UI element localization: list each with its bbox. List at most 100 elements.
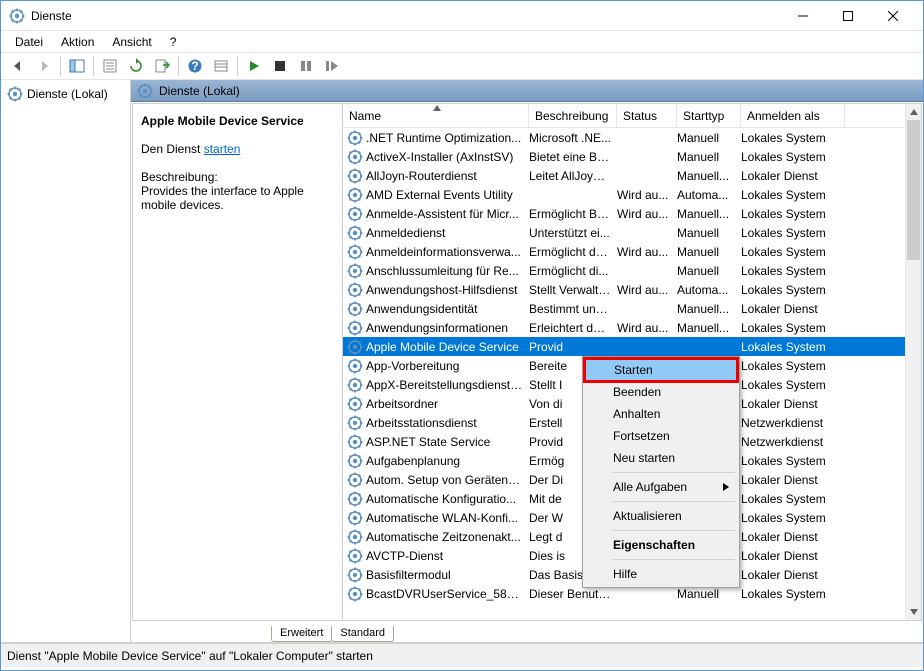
service-row[interactable]: AMD External Events Utility Wird au...Aut… bbox=[343, 185, 905, 204]
cell-logon: Lokales System bbox=[741, 340, 845, 354]
cell-name: Automatische Konfiguratio... bbox=[366, 492, 529, 506]
gear-icon bbox=[347, 415, 363, 431]
cell-logon: Lokales System bbox=[741, 226, 845, 240]
detail-action-prefix: Den Dienst bbox=[141, 142, 204, 156]
cell-start: Manuell bbox=[677, 131, 741, 145]
gear-icon bbox=[347, 396, 363, 412]
service-row[interactable]: Apple Mobile Device ServiceProvidLokales… bbox=[343, 337, 905, 356]
cell-start: Automa... bbox=[677, 188, 741, 202]
gear-icon bbox=[347, 206, 363, 222]
cell-start: Manuell... bbox=[677, 169, 741, 183]
col-start[interactable]: Starttyp bbox=[677, 104, 741, 127]
start-link[interactable]: starten bbox=[204, 142, 241, 156]
cell-start: Manuell bbox=[677, 264, 741, 278]
cell-name: Automatische WLAN-Konfi... bbox=[366, 511, 529, 525]
cell-start: Manuell bbox=[677, 150, 741, 164]
help-button[interactable]: ? bbox=[183, 54, 207, 78]
service-row[interactable]: AnwendungsinformationenErleichtert das..… bbox=[343, 318, 905, 337]
cell-desc: Microsoft .NE... bbox=[529, 131, 617, 145]
ctx-all-tasks[interactable]: Alle Aufgaben bbox=[585, 476, 737, 498]
tree-root-label: Dienste (Lokal) bbox=[27, 87, 108, 101]
ctx-refresh[interactable]: Aktualisieren bbox=[585, 505, 737, 527]
detail-pane: Apple Mobile Device Service Den Dienst s… bbox=[133, 104, 343, 620]
col-status[interactable]: Status bbox=[617, 104, 677, 127]
cell-name: Arbeitsordner bbox=[366, 397, 529, 411]
cell-status: Wird au... bbox=[617, 188, 677, 202]
cell-name: AllJoyn-Routerdienst bbox=[366, 169, 529, 183]
cell-name: Automatische Zeitzonenakt... bbox=[366, 530, 529, 544]
cell-logon: Lokaler Dienst bbox=[741, 302, 845, 316]
menu-action[interactable]: Aktion bbox=[53, 33, 102, 51]
svg-text:?: ? bbox=[191, 59, 198, 73]
gear-icon bbox=[347, 149, 363, 165]
cell-status: Wird au... bbox=[617, 245, 677, 259]
service-row[interactable]: Anmelde-Assistent für Micr...Ermöglicht … bbox=[343, 204, 905, 223]
detail-desc-label: Beschreibung: bbox=[141, 170, 334, 184]
export-button[interactable] bbox=[150, 54, 174, 78]
service-row[interactable]: AnmeldedienstUnterstützt ei...ManuellLok… bbox=[343, 223, 905, 242]
main-area: Dienste (Lokal) Dienste (Lokal) Apple Mo… bbox=[1, 80, 923, 643]
stop-service-button[interactable] bbox=[268, 54, 292, 78]
scroll-up-button[interactable] bbox=[906, 104, 921, 120]
status-bar: Dienst "Apple Mobile Device Service" auf… bbox=[1, 643, 923, 667]
cell-desc: Dieser Benutz... bbox=[529, 587, 617, 601]
col-desc[interactable]: Beschreibung bbox=[529, 104, 617, 127]
ctx-properties[interactable]: Eigenschaften bbox=[585, 534, 737, 556]
service-row[interactable]: .NET Runtime Optimization...Microsoft .N… bbox=[343, 128, 905, 147]
menu-file[interactable]: Datei bbox=[7, 33, 51, 51]
cell-name: ASP.NET State Service bbox=[366, 435, 529, 449]
properties-button[interactable] bbox=[98, 54, 122, 78]
service-row[interactable]: Anwendungshost-HilfsdienstStellt Verwalt… bbox=[343, 280, 905, 299]
window-title: Dienste bbox=[31, 9, 780, 23]
service-row[interactable]: AnwendungsidentitätBestimmt und...Manuel… bbox=[343, 299, 905, 318]
refresh-button[interactable] bbox=[124, 54, 148, 78]
cell-name: AMD External Events Utility bbox=[366, 188, 529, 202]
service-row[interactable]: Anmeldeinformationsverwa...Ermöglicht da… bbox=[343, 242, 905, 261]
cell-name: Anmelde-Assistent für Micr... bbox=[366, 207, 529, 221]
cell-status: Wird au... bbox=[617, 321, 677, 335]
cell-logon: Lokales System bbox=[741, 492, 845, 506]
tree-root-node[interactable]: Dienste (Lokal) bbox=[5, 84, 126, 104]
gear-icon bbox=[347, 453, 363, 469]
tree-pane: Dienste (Lokal) bbox=[1, 80, 131, 642]
scroll-thumb[interactable] bbox=[907, 120, 920, 260]
gear-icon bbox=[347, 358, 363, 374]
gear-icon bbox=[347, 377, 363, 393]
menu-help[interactable]: ? bbox=[162, 33, 185, 51]
maximize-button[interactable] bbox=[825, 1, 870, 30]
column-headers: Name Beschreibung Status Starttyp Anmeld… bbox=[343, 104, 921, 128]
cell-start: Manuell bbox=[677, 587, 741, 601]
close-button[interactable] bbox=[870, 1, 915, 30]
ctx-pause: Anhalten bbox=[585, 403, 737, 425]
list-button[interactable] bbox=[209, 54, 233, 78]
cell-start: Manuell bbox=[677, 226, 741, 240]
submenu-arrow-icon bbox=[723, 483, 729, 491]
service-row[interactable]: Anschlussumleitung für Re...Ermöglicht d… bbox=[343, 261, 905, 280]
cell-start: Manuell... bbox=[677, 321, 741, 335]
minimize-button[interactable] bbox=[780, 1, 825, 30]
cell-logon: Lokaler Dienst bbox=[741, 169, 845, 183]
forward-button[interactable] bbox=[32, 54, 56, 78]
show-hide-tree-button[interactable] bbox=[65, 54, 89, 78]
service-row[interactable]: AllJoyn-RouterdienstLeitet AllJoyn-...Ma… bbox=[343, 166, 905, 185]
back-button[interactable] bbox=[6, 54, 30, 78]
scroll-down-button[interactable] bbox=[906, 604, 921, 620]
vertical-scrollbar[interactable] bbox=[905, 104, 921, 620]
service-row[interactable]: ActiveX-Installer (AxInstSV)Bietet eine … bbox=[343, 147, 905, 166]
cell-name: Anschlussumleitung für Re... bbox=[366, 264, 529, 278]
tab-standard[interactable]: Standard bbox=[331, 626, 394, 642]
cell-name: Arbeitsstationsdienst bbox=[366, 416, 529, 430]
ctx-start[interactable]: Starten bbox=[585, 359, 737, 381]
start-service-button[interactable] bbox=[242, 54, 266, 78]
toolbar: ? bbox=[1, 52, 923, 80]
cell-desc: Ermöglicht Be... bbox=[529, 207, 617, 221]
cell-name: Basisfiltermodul bbox=[366, 568, 529, 582]
restart-service-button[interactable] bbox=[320, 54, 344, 78]
pause-service-button[interactable] bbox=[294, 54, 318, 78]
col-logon[interactable]: Anmelden als bbox=[741, 104, 845, 127]
ctx-help[interactable]: Hilfe bbox=[585, 563, 737, 585]
tab-extended[interactable]: Erweitert bbox=[271, 626, 332, 642]
ctx-resume: Fortsetzen bbox=[585, 425, 737, 447]
cell-name: BcastDVRUserService_58b75 bbox=[366, 587, 529, 601]
menu-view[interactable]: Ansicht bbox=[104, 33, 159, 51]
